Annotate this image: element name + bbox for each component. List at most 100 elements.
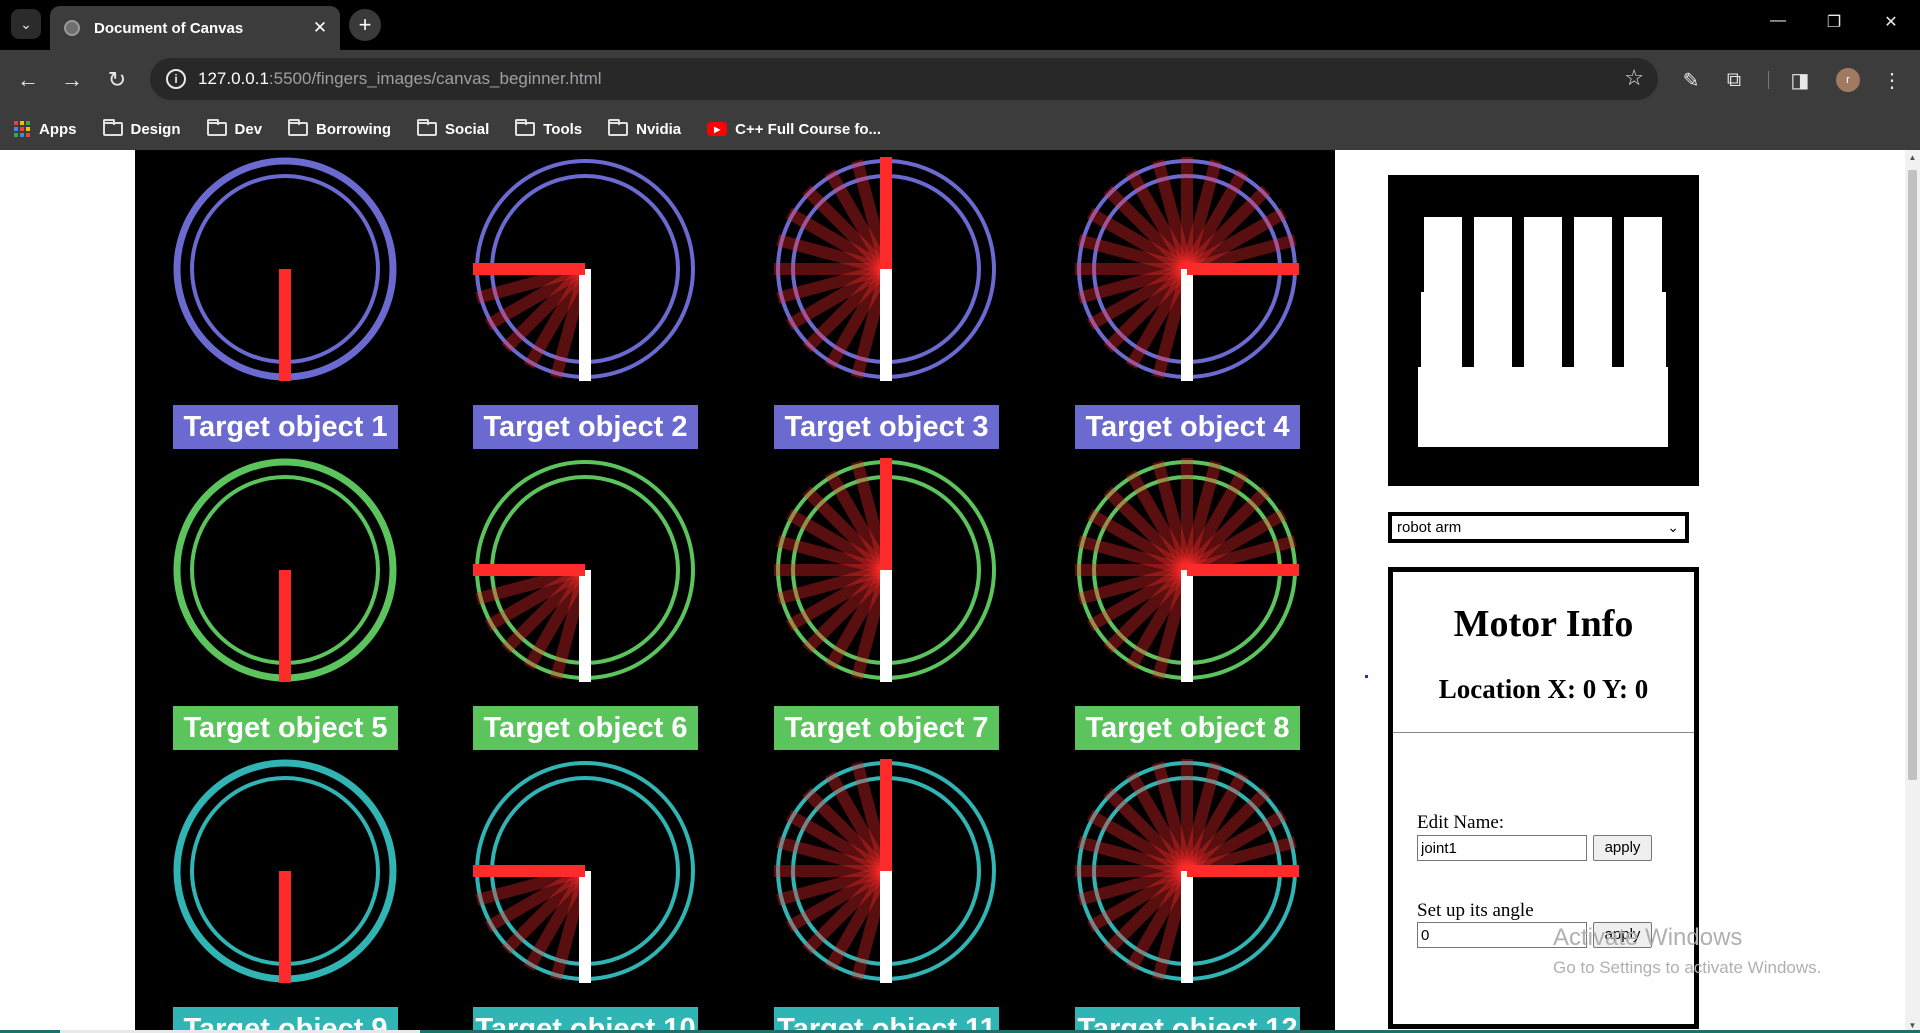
bookmark-tools[interactable]: Tools bbox=[515, 119, 582, 138]
page-viewport: Target object 1 Target object 2 Target obj… bbox=[0, 150, 1920, 1033]
target-object-10[interactable]: Target object 10 bbox=[473, 759, 698, 1033]
joint-dial bbox=[473, 159, 695, 381]
target-label: Target object 1 bbox=[173, 405, 398, 449]
side-panel-icon[interactable]: ◨ bbox=[1787, 67, 1813, 93]
target-object-1[interactable]: Target object 1 bbox=[173, 157, 398, 457]
globe-icon bbox=[64, 20, 80, 36]
target-object-9[interactable]: Target object 9 bbox=[173, 759, 398, 1033]
bookmark-cpp-course[interactable]: ▶ C++ Full Course fo... bbox=[707, 121, 881, 138]
edit-name-input[interactable] bbox=[1417, 835, 1587, 861]
joint-stem bbox=[579, 871, 591, 983]
extensions-puzzle-icon[interactable]: ⧉ bbox=[1721, 67, 1747, 93]
folder-icon bbox=[608, 119, 629, 136]
folder-icon bbox=[206, 119, 227, 136]
target-object-12[interactable]: Target object 12 bbox=[1075, 759, 1300, 1033]
chevron-down-icon: ⌄ bbox=[1667, 519, 1679, 535]
bookmark-borrowing[interactable]: Borrowing bbox=[288, 119, 391, 138]
vertical-scrollbar[interactable]: ▲ ▼ bbox=[1905, 150, 1920, 1033]
motor-info-title: Motor Info bbox=[1453, 603, 1634, 645]
joint-stem bbox=[1181, 269, 1193, 381]
close-tab-icon[interactable]: ✕ bbox=[308, 16, 332, 40]
apps-grid-icon bbox=[14, 120, 31, 138]
joint-dial bbox=[1075, 157, 1299, 381]
joint-stem bbox=[1181, 570, 1193, 682]
joint-stem bbox=[579, 269, 591, 381]
bookmark-star-icon[interactable]: ☆ bbox=[1624, 65, 1644, 91]
joint-dial bbox=[774, 157, 996, 381]
close-window-icon[interactable]: ✕ bbox=[1871, 12, 1911, 32]
minimize-icon[interactable]: — bbox=[1758, 12, 1798, 30]
target-object-11[interactable]: Target object 11 bbox=[774, 759, 999, 1033]
target-object-5[interactable]: Target object 5 bbox=[173, 458, 398, 758]
edit-name-label: Edit Name: bbox=[1417, 812, 1505, 833]
browser-toolbar: ← → ↻ i 127.0.0.1:5500/fingers_images/ca… bbox=[0, 50, 1920, 108]
target-label: Target object 3 bbox=[774, 405, 999, 449]
youtube-icon: ▶ bbox=[707, 122, 728, 136]
joint-dial bbox=[473, 761, 695, 983]
joint-dial bbox=[1075, 458, 1299, 682]
target-object-7[interactable]: Target object 7 bbox=[774, 458, 999, 758]
bookmark-social[interactable]: Social bbox=[417, 119, 489, 138]
joint-stem bbox=[579, 570, 591, 682]
bookmark-nvidia[interactable]: Nvidia bbox=[608, 119, 681, 138]
model-select[interactable]: robot arm ⌄ bbox=[1388, 512, 1689, 543]
tab-search-button[interactable]: ⌄ bbox=[11, 9, 41, 39]
folder-icon bbox=[515, 119, 536, 136]
menu-kebab-icon[interactable]: ⋮ bbox=[1879, 67, 1905, 93]
target-object-4[interactable]: Target object 4 bbox=[1075, 157, 1300, 457]
finger-2 bbox=[1474, 217, 1512, 367]
joint-stem bbox=[880, 570, 892, 682]
finger-5 bbox=[1624, 217, 1662, 367]
targets-canvas[interactable]: Target object 1 Target object 2 Target obj… bbox=[135, 150, 1335, 1033]
reload-icon[interactable]: ↻ bbox=[101, 64, 133, 96]
bookmark-dev[interactable]: Dev bbox=[206, 119, 262, 138]
target-label: Target object 7 bbox=[774, 706, 999, 750]
active-tab[interactable]: Document of Canvas ✕ bbox=[50, 6, 340, 50]
joint-stem bbox=[880, 269, 892, 381]
palm bbox=[1418, 367, 1668, 447]
model-select-value: robot arm bbox=[1397, 519, 1462, 536]
target-object-3[interactable]: Target object 3 bbox=[774, 157, 999, 457]
target-object-6[interactable]: Target object 6 bbox=[473, 458, 698, 758]
toolbar-divider bbox=[1768, 71, 1769, 89]
bookmark-design[interactable]: Design bbox=[102, 119, 181, 138]
target-label: Target object 8 bbox=[1075, 706, 1300, 750]
back-arrow-icon[interactable]: ← bbox=[12, 64, 44, 96]
divider bbox=[1393, 732, 1694, 733]
browser-tab-strip: ⌄ Document of Canvas ✕ + — ❐ ✕ bbox=[0, 0, 1920, 50]
url-text[interactable]: 127.0.0.1:5500/fingers_images/canvas_beg… bbox=[198, 69, 602, 89]
target-object-2[interactable]: Target object 2 bbox=[473, 157, 698, 457]
info-icon[interactable]: i bbox=[166, 69, 186, 89]
control-sidebar: robot arm ⌄ Motor Info Location X: 0 Y: … bbox=[1335, 150, 1905, 1033]
extension-feather-icon[interactable]: ✎ bbox=[1678, 67, 1704, 93]
watermark-title: Activate Windows bbox=[1553, 924, 1743, 951]
bookmark-apps[interactable]: Apps bbox=[14, 120, 77, 138]
folder-icon bbox=[288, 119, 309, 136]
joint-dial bbox=[173, 759, 397, 983]
joint-dial bbox=[1075, 759, 1299, 983]
apply-name-button[interactable]: apply bbox=[1593, 835, 1652, 861]
forward-arrow-icon[interactable]: → bbox=[56, 64, 88, 96]
target-label: Target object 4 bbox=[1075, 405, 1300, 449]
activate-windows-watermark: Activate Windows Go to Settings to activ… bbox=[1553, 924, 1821, 978]
new-tab-button[interactable]: + bbox=[349, 9, 381, 41]
scroll-thumb[interactable] bbox=[1908, 170, 1917, 780]
target-label: Target object 6 bbox=[473, 706, 698, 750]
joint-stem bbox=[1181, 871, 1193, 983]
target-object-8[interactable]: Target object 8 bbox=[1075, 458, 1300, 758]
finger-3 bbox=[1524, 217, 1562, 367]
tab-title: Document of Canvas bbox=[94, 19, 244, 37]
profile-avatar[interactable]: r bbox=[1836, 68, 1860, 92]
watermark-subtitle: Go to Settings to activate Windows. bbox=[1553, 958, 1822, 977]
hand-preview-canvas[interactable] bbox=[1388, 175, 1699, 486]
joint-dial bbox=[473, 460, 695, 682]
scroll-up-icon[interactable]: ▲ bbox=[1905, 150, 1920, 165]
folder-icon bbox=[102, 119, 123, 136]
angle-label: Set up its angle bbox=[1417, 900, 1534, 921]
folder-icon bbox=[417, 119, 438, 136]
address-bar[interactable]: i 127.0.0.1:5500/fingers_images/canvas_b… bbox=[150, 58, 1658, 100]
bookmarks-bar: Apps Design Dev Borrowing Social Tools N… bbox=[0, 108, 1920, 150]
restore-icon[interactable]: ❐ bbox=[1814, 12, 1854, 32]
joint-dial bbox=[173, 157, 397, 381]
joint-dial bbox=[173, 458, 397, 682]
